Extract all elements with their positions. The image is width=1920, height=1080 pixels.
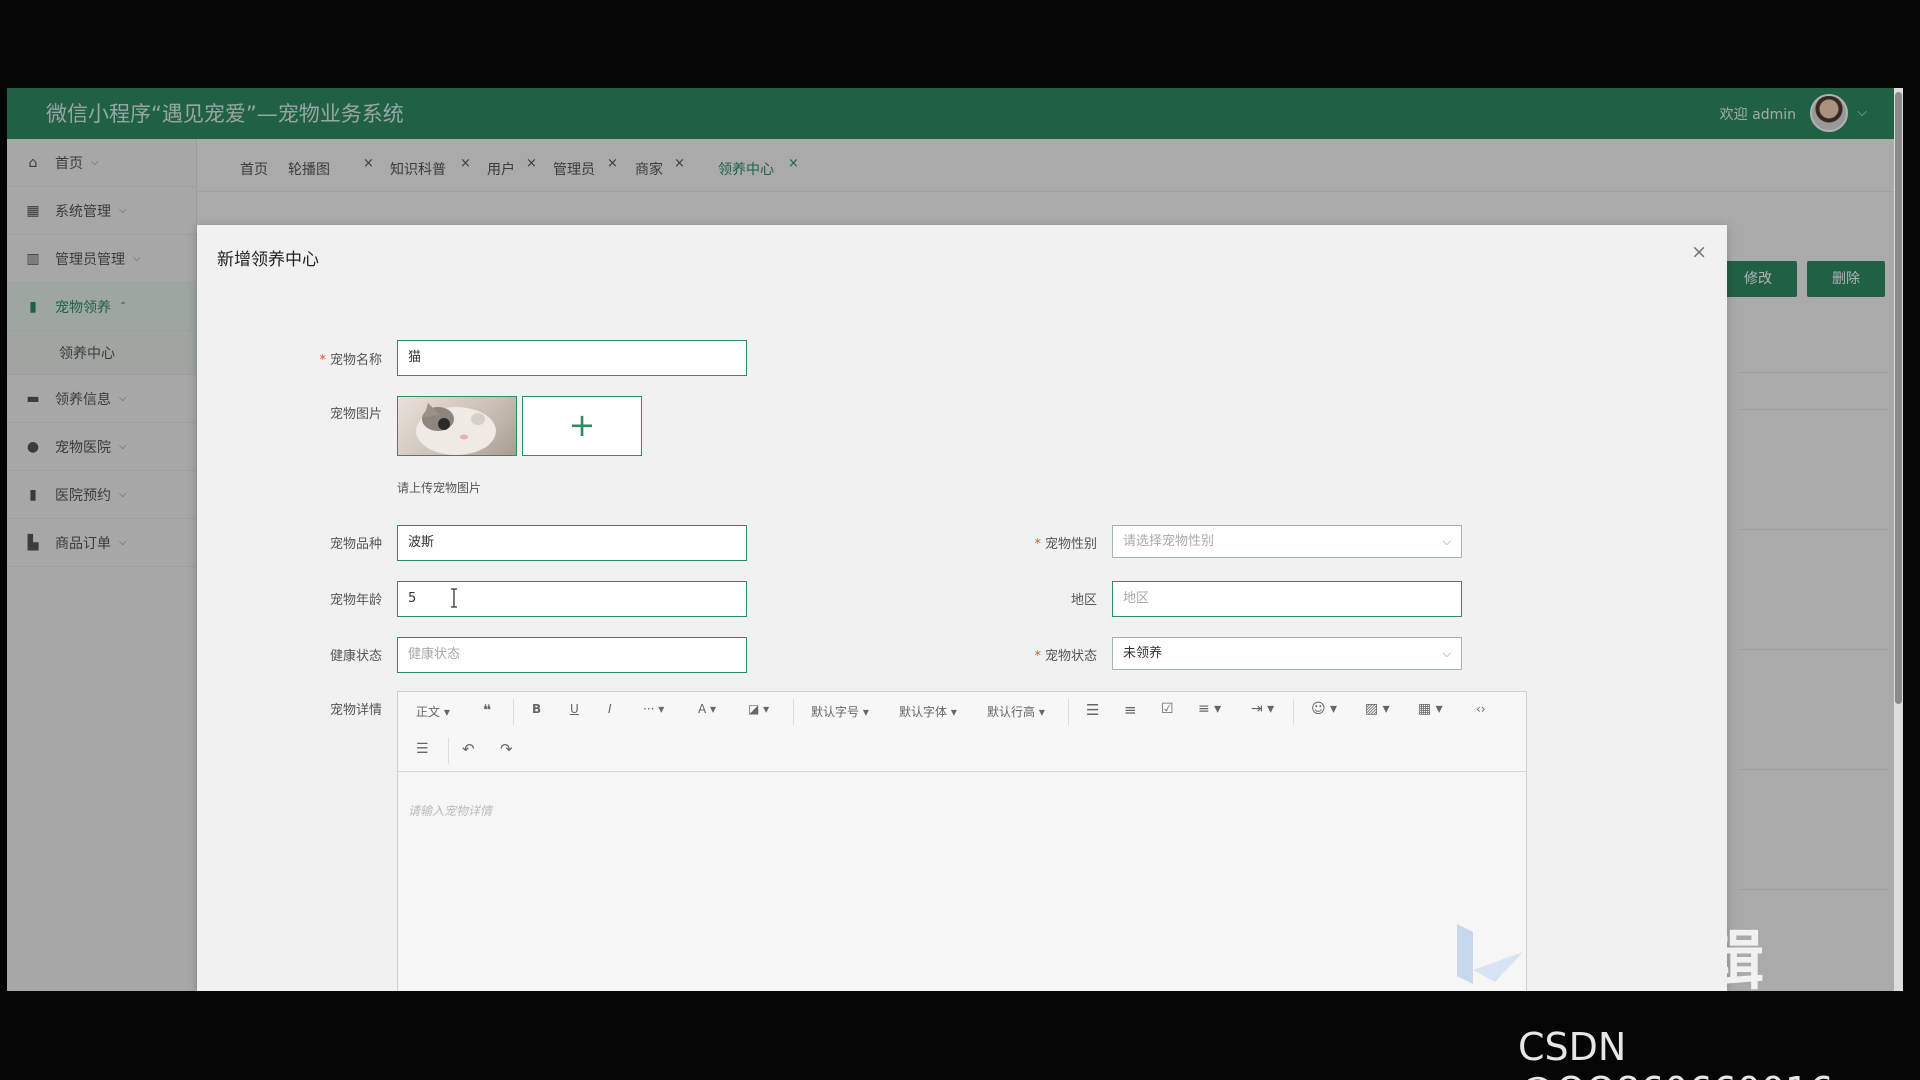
pet-image-label: 宠物图片 bbox=[329, 407, 382, 422]
video-watermark-text: 辑 bbox=[1700, 925, 1764, 999]
background-color-icon[interactable]: ◪ ▾ bbox=[748, 702, 769, 716]
line-height-select[interactable]: 默认行高 ▾ bbox=[987, 703, 1045, 720]
divider-icon[interactable]: ☰ bbox=[416, 741, 429, 757]
pet-status-value: 未领养 bbox=[1123, 646, 1163, 661]
pet-breed-label: 宠物品种 bbox=[329, 537, 382, 552]
health-label: 健康状态 bbox=[329, 649, 382, 664]
dialog-title: 新增领养中心 bbox=[217, 250, 319, 270]
cat-photo bbox=[416, 403, 496, 455]
redo-icon[interactable]: ↷ bbox=[500, 740, 513, 758]
font-size-label: 默认字号 bbox=[811, 705, 860, 719]
pet-gender-placeholder: 请选择宠物性别 bbox=[1123, 534, 1215, 549]
font-family-select[interactable]: 默认字体 ▾ bbox=[899, 703, 957, 720]
code-icon[interactable]: ‹› bbox=[1476, 702, 1486, 716]
pet-gender-label: * 宠物性别 bbox=[957, 533, 1097, 552]
upload-image-button[interactable]: + bbox=[522, 396, 642, 456]
pet-image-thumbnail[interactable] bbox=[397, 396, 517, 456]
font-color-icon[interactable]: A ▾ bbox=[698, 702, 716, 716]
screen: 微信小程序“遇见宠爱”—宠物业务系统 欢迎 admin ⌵ ⌂ 首页 ⌵ ▦ 系… bbox=[0, 0, 1920, 1080]
font-size-select[interactable]: 默认字号 ▾ bbox=[811, 703, 869, 720]
pet-gender-label-text: 宠物性别 bbox=[1044, 537, 1097, 552]
chevron-down-icon: ⌵ bbox=[1442, 647, 1451, 660]
paragraph-select[interactable]: 正文 ▾ bbox=[416, 703, 450, 720]
underline-icon[interactable]: U bbox=[570, 702, 579, 716]
pet-name-input[interactable]: 猫 bbox=[397, 340, 747, 376]
video-watermark-logo bbox=[1457, 924, 1523, 984]
font-family-label: 默认字体 bbox=[899, 705, 948, 719]
pet-status-label: * 宠物状态 bbox=[957, 645, 1097, 664]
quote-icon[interactable]: ❝ bbox=[483, 701, 491, 719]
align-icon[interactable]: ≡ ▾ bbox=[1198, 701, 1221, 717]
required-mark: * bbox=[1034, 537, 1041, 552]
health-input[interactable]: 健康状态 bbox=[397, 637, 747, 673]
bold-icon[interactable]: B bbox=[532, 702, 541, 716]
undo-icon[interactable]: ↶ bbox=[462, 740, 475, 758]
pet-gender-select[interactable]: 请选择宠物性别 ⌵ bbox=[1112, 525, 1462, 558]
required-mark: * bbox=[1034, 649, 1041, 664]
text-cursor-icon bbox=[451, 588, 457, 608]
checkbox-icon[interactable]: ☑ bbox=[1161, 701, 1174, 717]
csdn-watermark: CSDN @QQ860660016 bbox=[1518, 1025, 1833, 1080]
indent-icon[interactable]: ⇥ ▾ bbox=[1251, 701, 1274, 717]
add-adoption-dialog: 新增领养中心 × * 宠物名称 猫 宠物图片 + 请上传宠物图片 宠物品种 波斯… bbox=[197, 225, 1727, 991]
table-icon[interactable]: ▦ ▾ bbox=[1418, 701, 1443, 717]
pet-status-select[interactable]: 未领养 ⌵ bbox=[1112, 637, 1462, 670]
toolbar-separator bbox=[1068, 699, 1069, 725]
upload-hint: 请上传宠物图片 bbox=[397, 481, 482, 495]
region-label: 地区 bbox=[1070, 593, 1097, 608]
app-window: 微信小程序“遇见宠爱”—宠物业务系统 欢迎 admin ⌵ ⌂ 首页 ⌵ ▦ 系… bbox=[7, 88, 1903, 991]
chevron-down-icon: ⌵ bbox=[1442, 535, 1451, 548]
scrollbar[interactable] bbox=[1894, 88, 1903, 991]
rich-text-editor: 正文 ▾ ❝ B U I ··· ▾ A ▾ ◪ ▾ 默认字号 ▾ 默认字体 ▾… bbox=[397, 691, 1527, 991]
emoji-icon[interactable]: ☺ ▾ bbox=[1311, 701, 1337, 717]
paragraph-label: 正文 bbox=[416, 705, 441, 719]
image-icon[interactable]: ▨ ▾ bbox=[1365, 701, 1390, 717]
editor-toolbar: 正文 ▾ ❝ B U I ··· ▾ A ▾ ◪ ▾ 默认字号 ▾ 默认字体 ▾… bbox=[398, 692, 1526, 772]
toolbar-separator bbox=[513, 699, 514, 725]
toolbar-separator bbox=[448, 738, 449, 764]
numbered-list-icon[interactable]: ≡ bbox=[1124, 701, 1137, 719]
pet-name-label: * 宠物名称 bbox=[242, 349, 382, 368]
scrollbar-thumb[interactable] bbox=[1895, 92, 1902, 704]
pet-name-label-text: 宠物名称 bbox=[329, 353, 382, 368]
bullet-list-icon[interactable]: ☰ bbox=[1086, 701, 1099, 719]
italic-icon[interactable]: I bbox=[608, 702, 612, 716]
required-mark: * bbox=[319, 353, 326, 368]
pet-breed-input[interactable]: 波斯 bbox=[397, 525, 747, 561]
pet-status-label-text: 宠物状态 bbox=[1044, 649, 1097, 664]
details-label: 宠物详情 bbox=[329, 703, 382, 718]
region-input[interactable]: 地区 bbox=[1112, 581, 1462, 617]
more-icon[interactable]: ··· ▾ bbox=[643, 702, 664, 716]
toolbar-separator bbox=[793, 699, 794, 725]
details-placeholder: 请输入宠物详情 bbox=[408, 804, 493, 818]
toolbar-separator bbox=[1293, 699, 1294, 725]
close-icon[interactable]: × bbox=[1691, 241, 1707, 263]
pet-age-label: 宠物年龄 bbox=[329, 593, 382, 608]
line-height-label: 默认行高 bbox=[987, 705, 1036, 719]
